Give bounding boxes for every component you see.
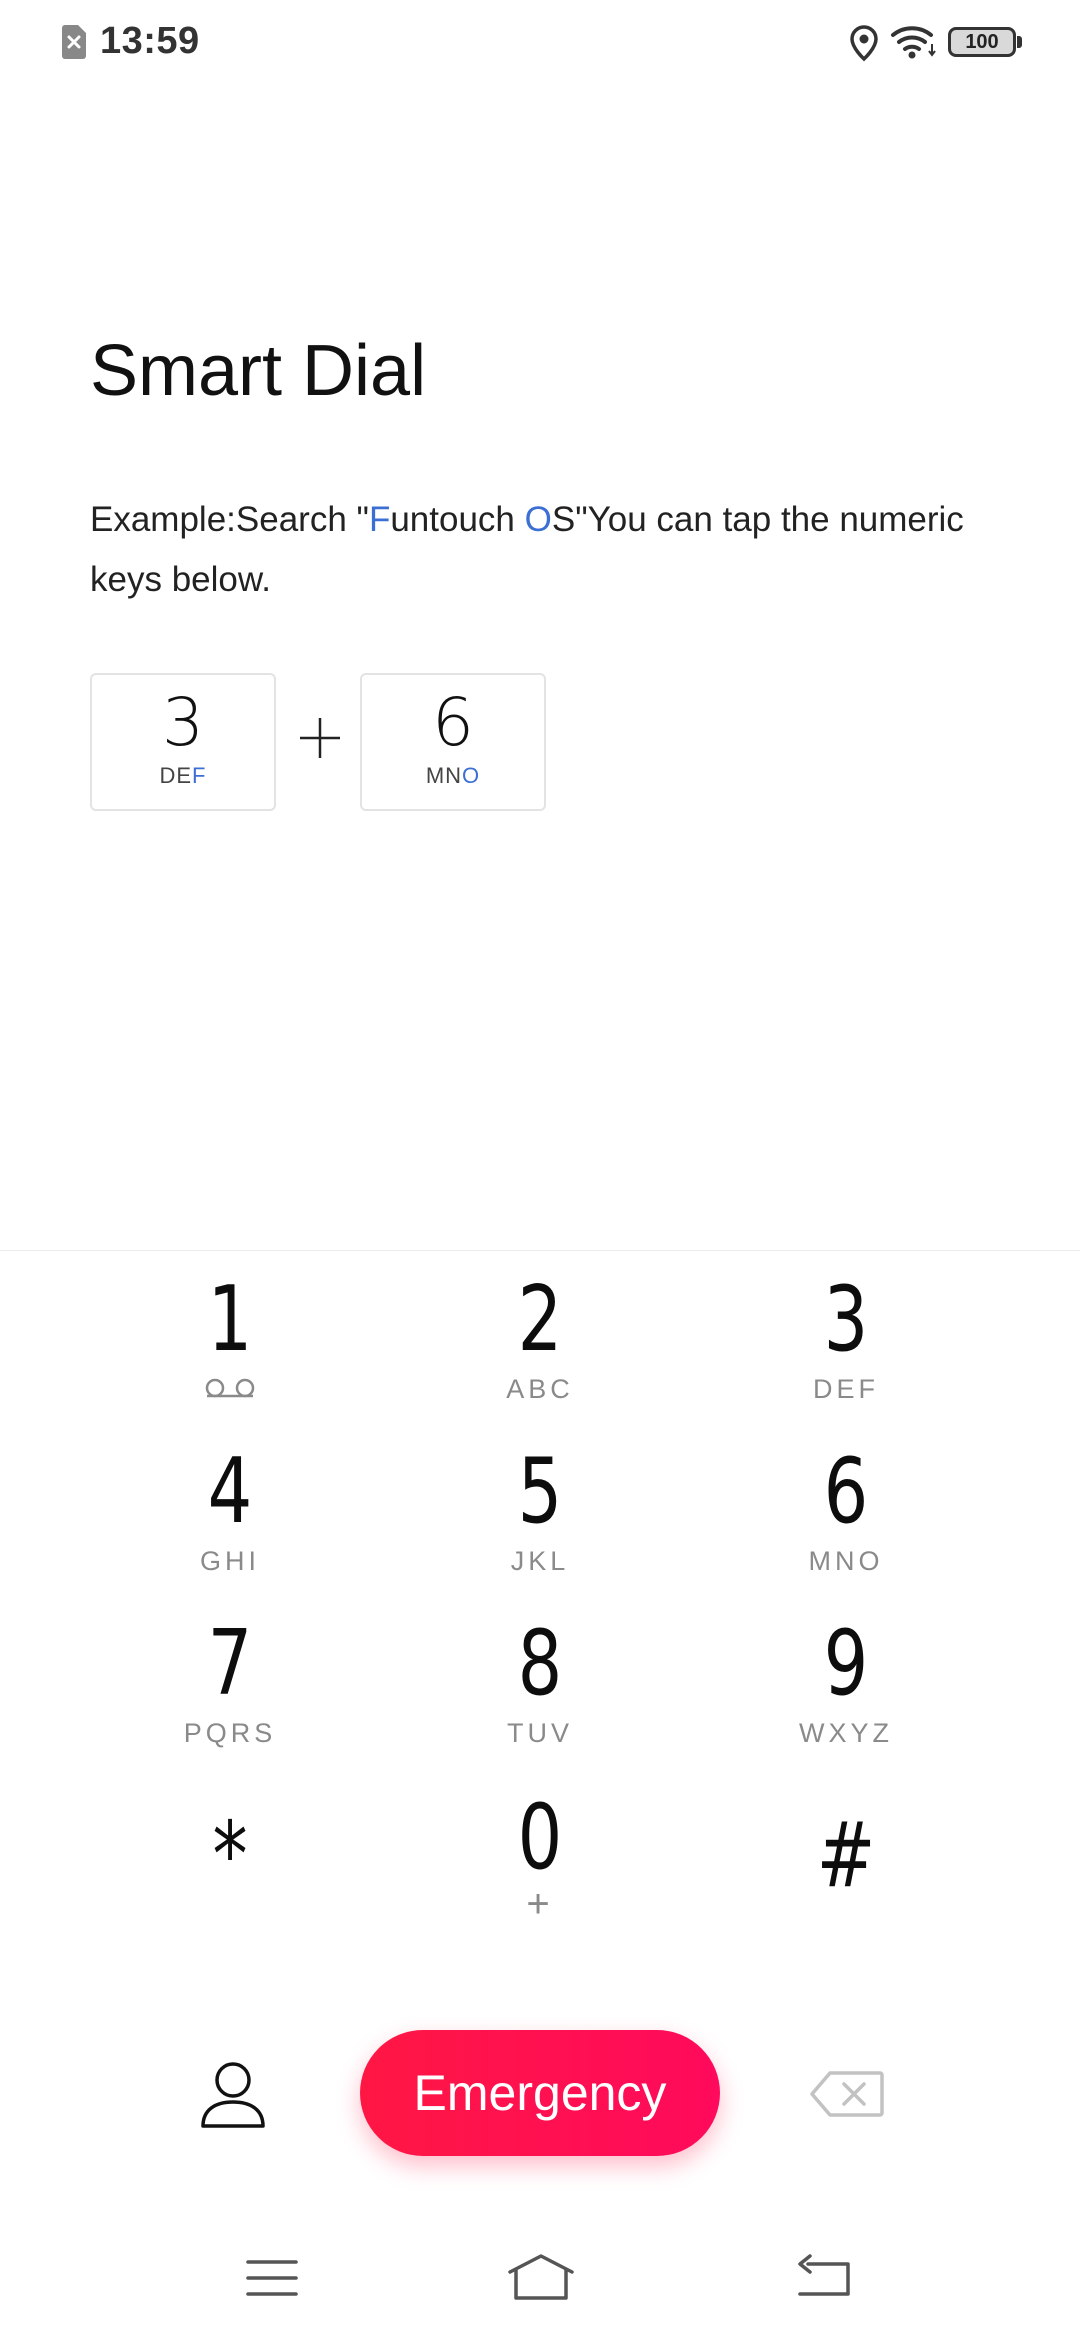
- status-time: 13:59: [100, 20, 200, 62]
- emergency-button[interactable]: Emergency: [360, 2030, 720, 2156]
- backspace-icon[interactable]: [810, 2070, 884, 2118]
- plus-icon: [300, 718, 340, 758]
- dial-key-6[interactable]: 6 MNO: [696, 1442, 996, 1602]
- smart-dial-screen: 13:59 100 Smart Dial Example:Search "Fun…: [0, 0, 1080, 2340]
- example-key-6: 6 MNO: [360, 673, 546, 811]
- battery-level: 100: [965, 31, 999, 53]
- dial-key-9[interactable]: 9 WXYZ: [696, 1614, 996, 1774]
- page-title: Smart Dial: [90, 331, 427, 411]
- dial-key-2[interactable]: 2 ABC: [390, 1270, 690, 1430]
- dial-key-0[interactable]: 0 +: [390, 1788, 690, 1948]
- sim-off-icon: [62, 25, 86, 59]
- status-bar: 13:59 100: [0, 0, 1080, 84]
- dial-key-hash[interactable]: #: [696, 1788, 996, 1948]
- home-icon[interactable]: [506, 2252, 576, 2300]
- dial-key-7[interactable]: 7 PQRS: [80, 1614, 380, 1774]
- dial-key-star[interactable]: *: [80, 1788, 380, 1948]
- battery-icon: 100: [948, 27, 1022, 57]
- divider: [0, 1250, 1080, 1251]
- dial-key-5[interactable]: 5 JKL: [390, 1442, 690, 1602]
- back-icon[interactable]: [796, 2254, 852, 2298]
- highlight-letter: F: [368, 500, 391, 539]
- example-text: Example:Search "Funtouch OS"You can tap …: [90, 500, 964, 599]
- location-icon: [850, 25, 878, 62]
- menu-icon[interactable]: [246, 2258, 298, 2298]
- wifi-icon: [891, 26, 936, 59]
- dial-key-4[interactable]: 4 GHI: [80, 1442, 380, 1602]
- highlight-letter: O: [524, 500, 552, 539]
- dial-key-3[interactable]: 3 DEF: [696, 1270, 996, 1430]
- example-key-3: 3 DEF: [90, 673, 276, 811]
- contact-icon[interactable]: [197, 2058, 269, 2130]
- voicemail-icon: [205, 1378, 255, 1398]
- dial-key-1[interactable]: 1: [80, 1270, 380, 1430]
- dial-key-8[interactable]: 8 TUV: [390, 1614, 690, 1774]
